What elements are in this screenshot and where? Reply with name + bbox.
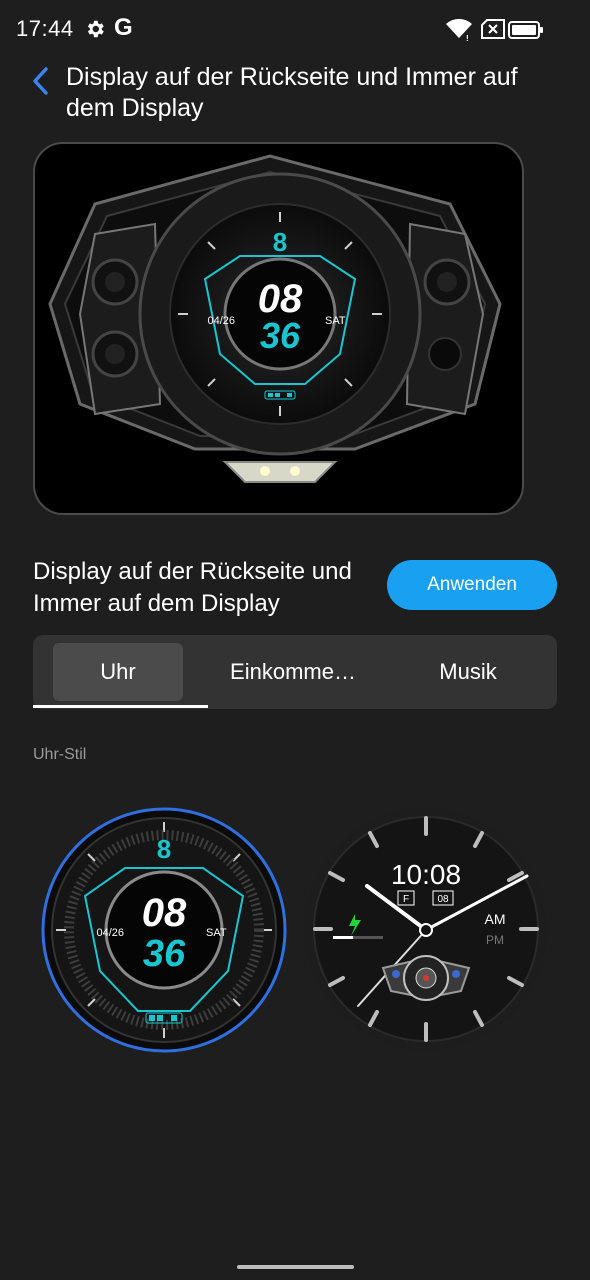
watch-2-day-number: 08 bbox=[437, 894, 449, 905]
watch-face-analog: 10:08 F 08 AM PM bbox=[305, 808, 547, 1050]
back-display-preview: 8 08 36 04/26 SAT bbox=[33, 142, 524, 515]
home-indicator[interactable] bbox=[237, 1265, 354, 1269]
google-icon: G bbox=[114, 14, 133, 41]
svg-text:!: ! bbox=[466, 34, 469, 42]
watch-1-date: 04/26 bbox=[96, 927, 124, 939]
tab-einkommen[interactable]: Einkomme… bbox=[213, 643, 373, 701]
tab-bar: Uhr Einkomme… Musik bbox=[33, 635, 557, 709]
watch-2-day-letter: F bbox=[403, 894, 409, 905]
watch-1-top-number: 8 bbox=[157, 834, 171, 864]
back-button[interactable] bbox=[26, 60, 56, 102]
watch-2-am: AM bbox=[485, 911, 506, 927]
watch-style-1[interactable]: 8 08 36 04/26 SAT bbox=[40, 806, 288, 1054]
apply-button[interactable]: Anwenden bbox=[387, 560, 557, 610]
preview-top-number: 8 bbox=[273, 227, 287, 257]
battery-icon bbox=[508, 21, 543, 39]
wifi-icon: ! bbox=[446, 18, 472, 42]
sim-off-icon bbox=[481, 19, 505, 39]
watch-1-weekday: SAT bbox=[206, 927, 227, 939]
watch-face-digital: 8 08 36 04/26 SAT bbox=[41, 807, 287, 1053]
status-time: 17:44 bbox=[16, 16, 74, 41]
section-label: Uhr-Stil bbox=[33, 746, 87, 763]
watch-1-minute: 36 bbox=[143, 933, 186, 975]
watch-2-pm: PM bbox=[486, 933, 504, 947]
apply-label: Display auf der Rückseite und Immer auf … bbox=[33, 558, 352, 617]
watch-style-2[interactable]: 10:08 F 08 AM PM bbox=[303, 806, 549, 1052]
tab-musik[interactable]: Musik bbox=[403, 643, 533, 701]
tab-underline bbox=[33, 705, 208, 708]
preview-watch-illustration: 8 08 36 04/26 SAT bbox=[48, 154, 502, 483]
preview-weekday: SAT bbox=[325, 315, 346, 327]
watch-1-hour: 08 bbox=[142, 891, 187, 935]
status-bar: 17:44 G ! bbox=[0, 0, 590, 60]
tab-uhr[interactable]: Uhr bbox=[53, 643, 183, 701]
page-title: Display auf der Rückseite und Immer auf … bbox=[66, 63, 518, 122]
chevron-left-icon bbox=[33, 67, 48, 95]
preview-minute: 36 bbox=[260, 315, 301, 356]
preview-date: 04/26 bbox=[207, 315, 235, 327]
watch-2-time: 10:08 bbox=[391, 859, 461, 890]
gear-icon bbox=[87, 20, 104, 38]
